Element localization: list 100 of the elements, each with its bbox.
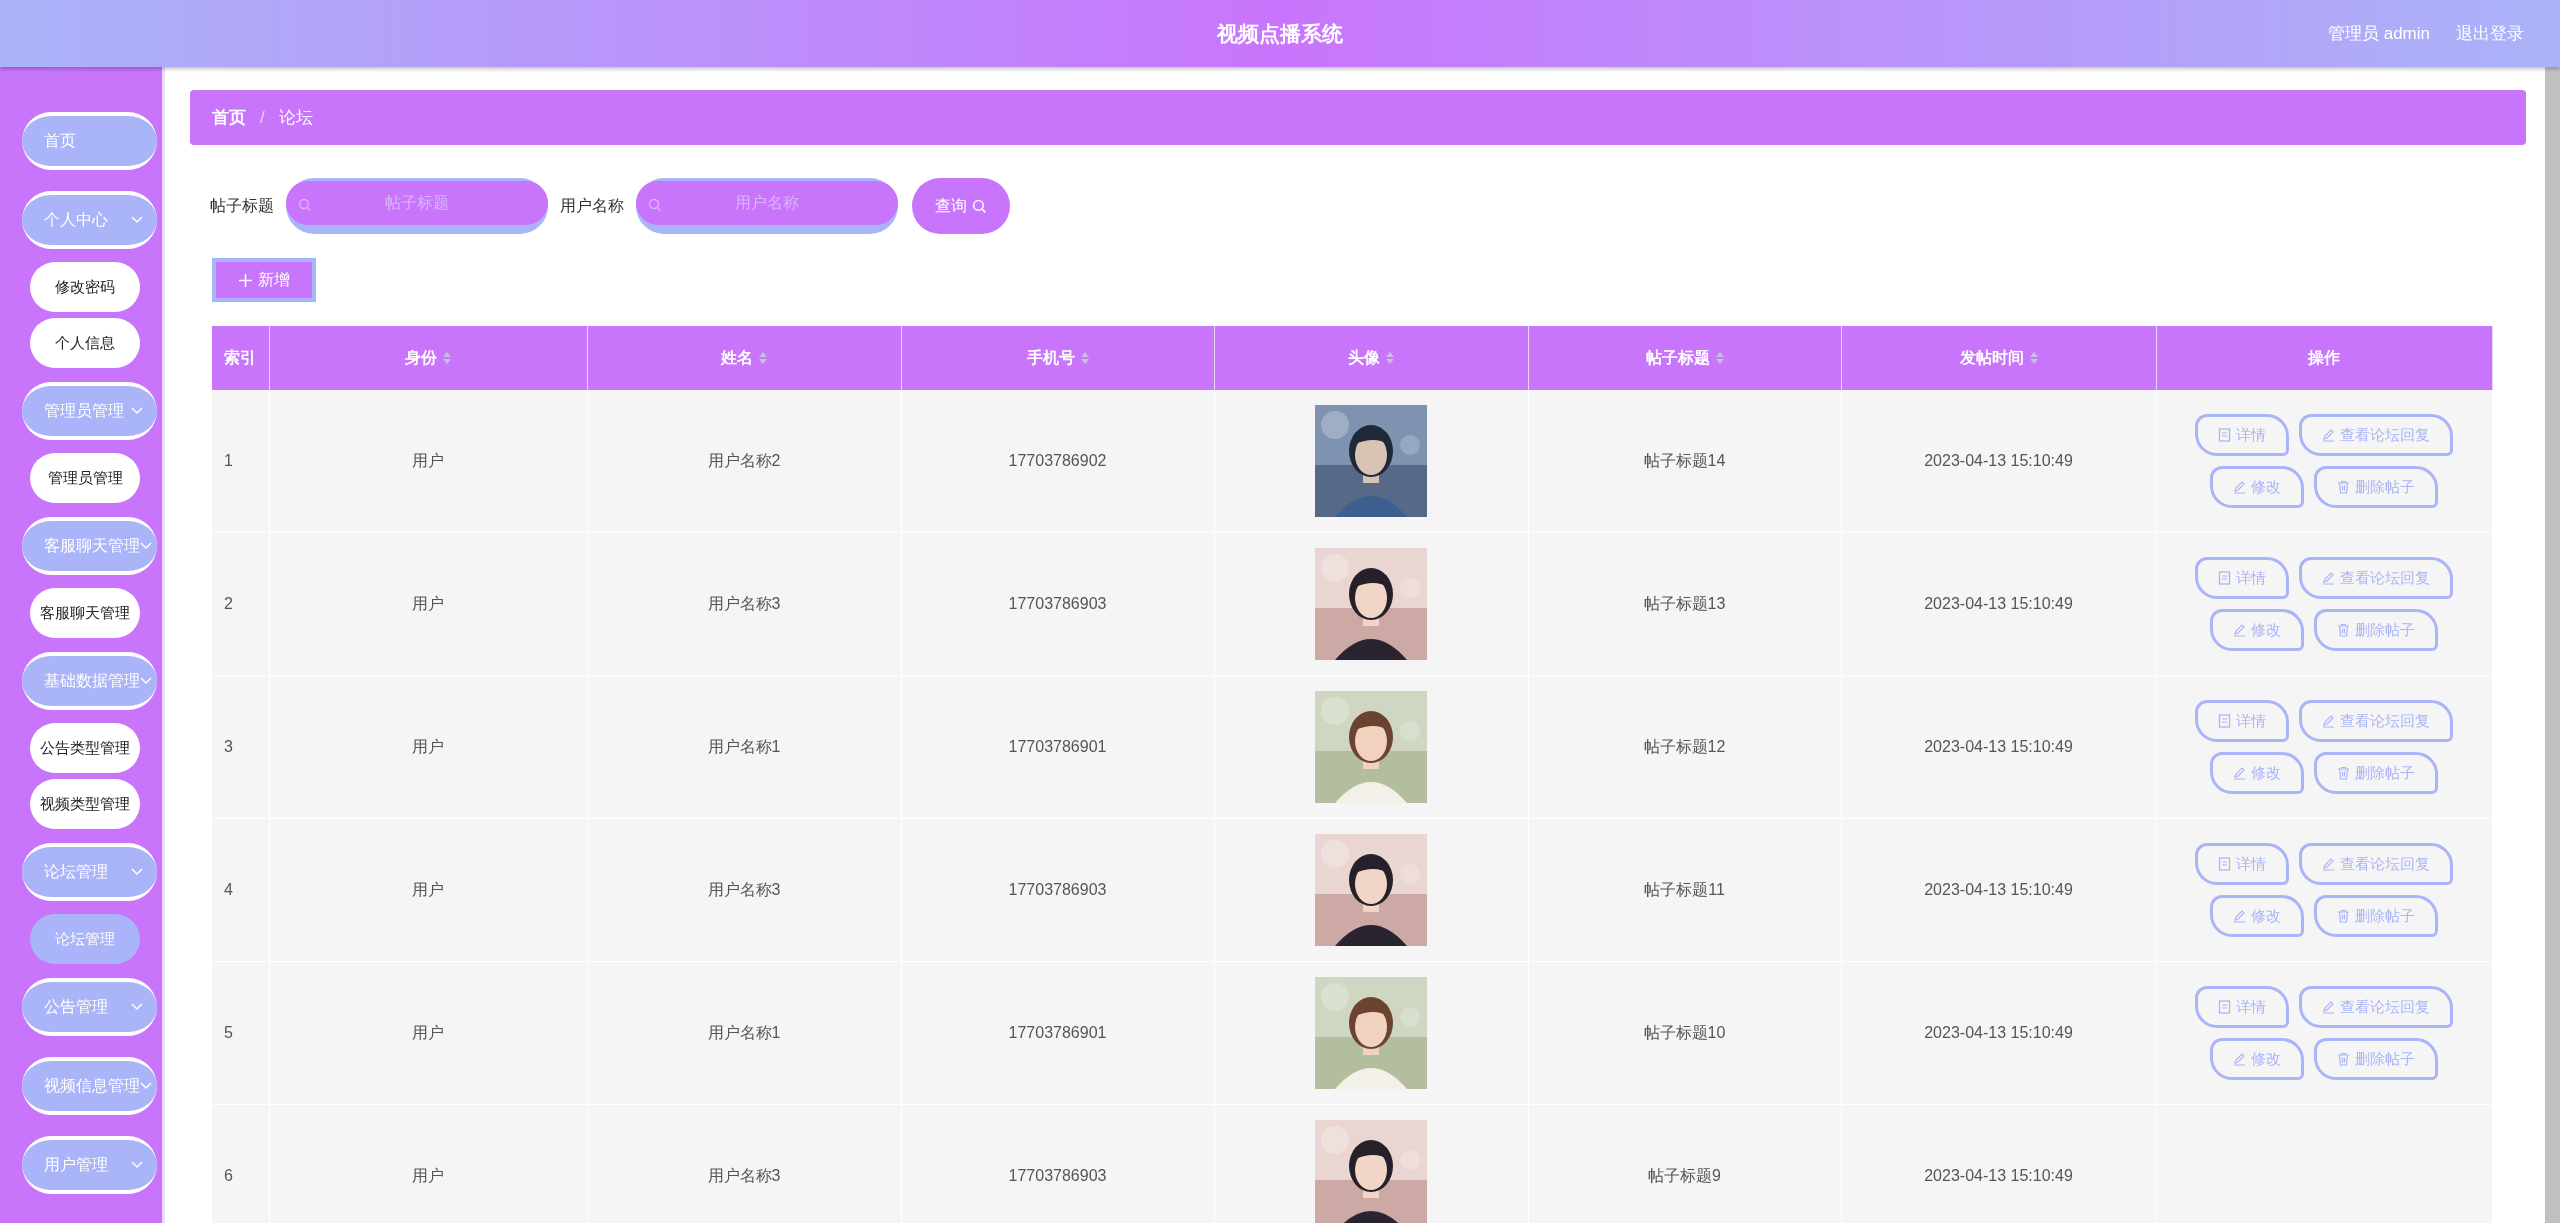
table-cell: 用户 (269, 390, 587, 533)
submenu-item[interactable]: 客服聊天管理 (30, 588, 140, 638)
submenu-item[interactable]: 个人信息 (30, 318, 140, 368)
column-header[interactable]: 姓名 (587, 326, 901, 390)
submenu-item[interactable]: 管理员管理 (30, 453, 140, 503)
action-button[interactable]: 删除帖子 (2314, 752, 2438, 794)
table-cell: 用户名称3 (587, 532, 901, 676)
action-button[interactable]: 详情 (2195, 700, 2289, 742)
column-header[interactable]: 帖子标题 (1528, 326, 1841, 390)
pencil-icon (2233, 480, 2246, 494)
trash-icon (2337, 1052, 2350, 1066)
table-cell: 17703786903 (901, 818, 1214, 962)
action-button[interactable]: 修改 (2210, 1038, 2304, 1080)
action-button[interactable]: 详情 (2195, 557, 2289, 599)
action-button[interactable]: 详情 (2195, 986, 2289, 1028)
column-header[interactable]: 手机号 (901, 326, 1214, 390)
logout-link[interactable]: 退出登录 (2456, 22, 2524, 45)
action-button[interactable]: 修改 (2210, 466, 2304, 508)
document-icon (2218, 1000, 2231, 1014)
column-header: 索引 (212, 326, 269, 390)
menu-item[interactable]: 基础数据管理 (22, 652, 157, 710)
table-cell: 17703786903 (901, 532, 1214, 676)
action-button[interactable]: 查看论坛回复 (2299, 700, 2453, 742)
sort-icon (1386, 352, 1394, 365)
action-button[interactable]: 查看论坛回复 (2299, 414, 2453, 456)
table-cell: 5 (212, 961, 269, 1105)
document-icon (2218, 428, 2231, 442)
pencil-icon (2322, 571, 2335, 585)
menu-item[interactable]: 个人中心 (22, 191, 157, 249)
submenu-item[interactable]: 公告类型管理 (30, 723, 140, 773)
action-button[interactable]: 修改 (2210, 609, 2304, 651)
action-button[interactable]: 详情 (2195, 414, 2289, 456)
field-label: 帖子标题 (210, 195, 274, 216)
pencil-icon (2233, 909, 2246, 923)
action-button[interactable]: 删除帖子 (2314, 466, 2438, 508)
document-icon (2218, 857, 2231, 871)
breadcrumb-link[interactable]: 首页 (212, 106, 246, 129)
table-cell: 用户 (269, 532, 587, 676)
column-header[interactable]: 身份 (269, 326, 587, 390)
table-cell: 帖子标题11 (1528, 818, 1841, 962)
menu-item[interactable]: 客服聊天管理 (22, 517, 157, 575)
action-button[interactable]: 删除帖子 (2314, 895, 2438, 937)
table-cell: 用户名称3 (587, 1104, 901, 1223)
action-button[interactable]: 修改 (2210, 895, 2304, 937)
action-button[interactable]: 修改 (2210, 752, 2304, 794)
table-cell: 2023-04-13 15:10:49 (1841, 532, 2156, 676)
trash-icon (2337, 480, 2350, 494)
table-cell: 2023-04-13 15:10:49 (1841, 1104, 2156, 1223)
action-button[interactable]: 查看论坛回复 (2299, 843, 2453, 885)
table-cell: 帖子标题14 (1528, 390, 1841, 533)
chevron-icon (131, 216, 143, 224)
breadcrumb-link[interactable]: 论坛 (278, 106, 313, 129)
table-cell: 6 (212, 1104, 269, 1223)
submenu-item[interactable]: 视频类型管理 (30, 779, 140, 829)
action-button[interactable]: 删除帖子 (2314, 609, 2438, 651)
plus-icon (238, 273, 252, 287)
add-button[interactable]: 新增 (212, 258, 316, 302)
chevron-icon (131, 407, 143, 415)
search-field[interactable]: 帖子标题 (286, 178, 548, 234)
menu-item[interactable]: 用户管理 (22, 1136, 157, 1194)
table-cell: 2023-04-13 15:10:49 (1841, 675, 2156, 819)
sort-icon (443, 352, 451, 365)
submenu-item[interactable]: 论坛管理 (30, 914, 140, 964)
app-title: 视频点播系统 (1217, 20, 1343, 47)
menu-item[interactable]: 论坛管理 (22, 843, 157, 901)
table-cell: 2023-04-13 15:10:49 (1841, 390, 2156, 533)
table-cell: 用户名称1 (587, 961, 901, 1105)
chevron-icon (131, 1161, 143, 1169)
column-header[interactable]: 头像 (1214, 326, 1528, 390)
field-label: 用户名称 (560, 195, 624, 216)
table-cell: 17703786902 (901, 390, 1214, 533)
sort-icon (1080, 352, 1089, 365)
action-button[interactable]: 删除帖子 (2314, 1038, 2438, 1080)
pencil-icon (2233, 623, 2246, 637)
table-cell: 1 (212, 390, 269, 533)
table-cell: 用户名称3 (587, 818, 901, 962)
search-icon (972, 198, 987, 214)
action-button[interactable]: 查看论坛回复 (2299, 986, 2453, 1028)
table-cell: 用户名称1 (587, 675, 901, 819)
column-header[interactable]: 发帖时间 (1841, 326, 2156, 390)
chevron-icon (140, 542, 152, 550)
pencil-icon (2233, 766, 2246, 780)
pencil-icon (2233, 1052, 2246, 1066)
chevron-icon (140, 1082, 152, 1090)
table-cell: 17703786901 (901, 675, 1214, 819)
action-button[interactable]: 查看论坛回复 (2299, 557, 2453, 599)
submenu-item[interactable]: 修改密码 (30, 262, 140, 312)
table-cell: 3 (212, 675, 269, 819)
menu-item[interactable]: 管理员管理 (22, 382, 157, 440)
document-icon (2218, 571, 2231, 585)
table-cell: 2 (212, 532, 269, 676)
scrollbar[interactable] (2545, 67, 2560, 1223)
search-field[interactable]: 用户名称 (636, 178, 898, 234)
sort-icon (1715, 352, 1724, 365)
table-cell: 用户名称2 (587, 390, 901, 533)
menu-item[interactable]: 视频信息管理 (22, 1057, 157, 1115)
menu-item[interactable]: 公告管理 (22, 978, 157, 1036)
menu-item[interactable]: 首页 (22, 112, 157, 170)
search-button[interactable]: 查询 (912, 178, 1010, 234)
action-button[interactable]: 详情 (2195, 843, 2289, 885)
